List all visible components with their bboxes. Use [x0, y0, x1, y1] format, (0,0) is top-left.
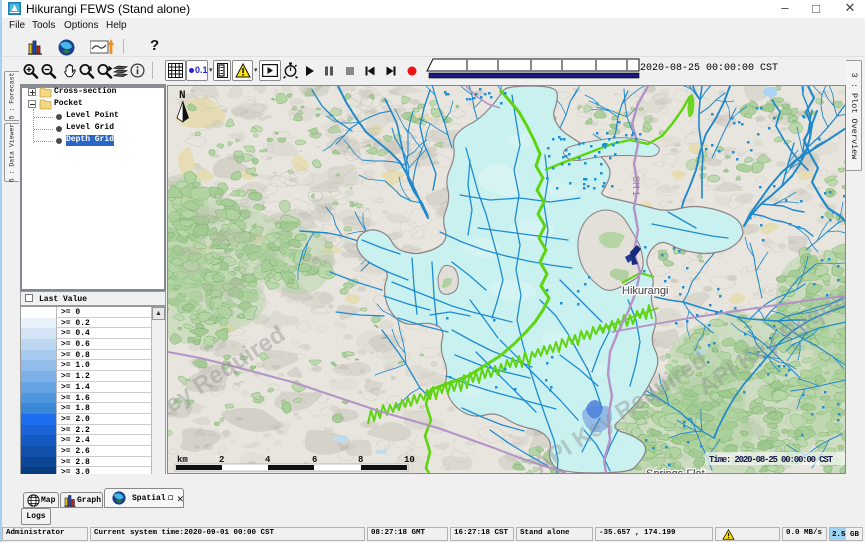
svg-text:SH 1: SH 1: [631, 176, 641, 196]
svg-text:4: 4: [265, 455, 271, 465]
svg-text:8: 8: [358, 455, 363, 465]
svg-text:10: 10: [404, 455, 415, 465]
svg-text:km: km: [177, 455, 188, 465]
svg-text:2: 2: [219, 455, 224, 465]
svg-text:Springs Flat: Springs Flat: [646, 468, 705, 473]
svg-text:Time: 2020-08-25 00:00:00 CST: Time: 2020-08-25 00:00:00 CST: [709, 455, 834, 465]
svg-text:N: N: [179, 90, 186, 102]
svg-text:Hikurangi: Hikurangi: [622, 285, 668, 297]
svg-text:6: 6: [312, 455, 317, 465]
